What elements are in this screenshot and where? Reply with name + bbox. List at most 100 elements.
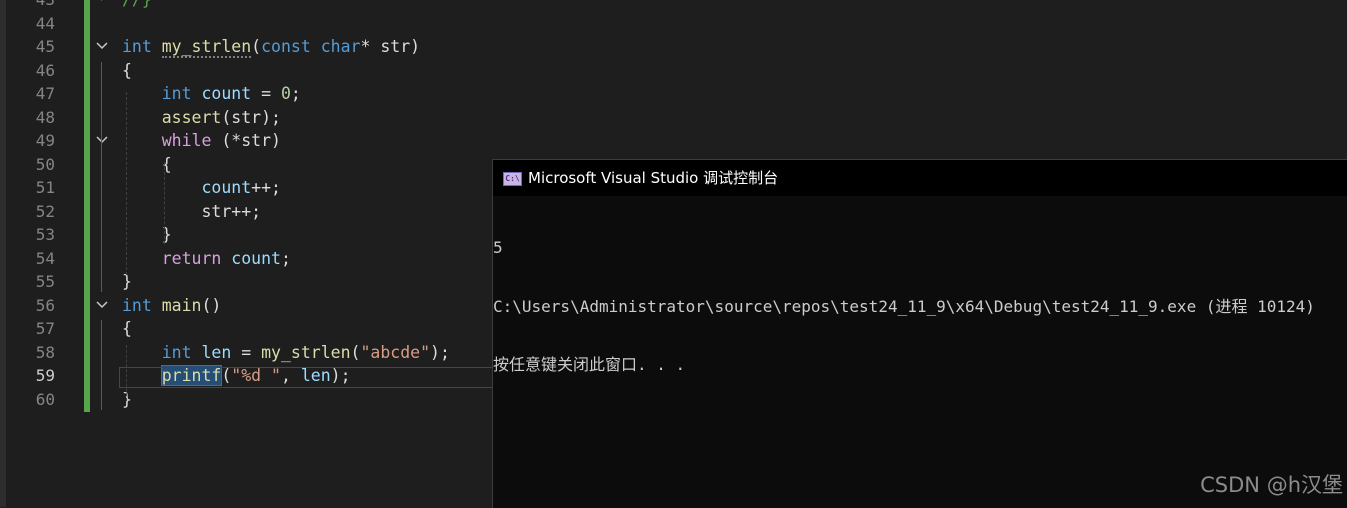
code-token: 0: [280, 84, 291, 103]
line-number: 51: [35, 178, 55, 197]
code-line[interactable]: 43 //}: [0, 0, 1347, 11]
fold-chevron-icon[interactable]: [96, 294, 108, 317]
indent-guide: [101, 0, 102, 1]
code-token: {: [122, 60, 132, 80]
code-token: (str);: [221, 107, 281, 127]
indent-guide: [126, 345, 127, 401]
code-token: str++;: [122, 201, 262, 221]
console-app-icon: C:\: [503, 172, 522, 186]
console-output[interactable]: 5 C:\Users\Administrator\source\repos\te…: [493, 199, 1347, 414]
debug-console-window[interactable]: C:\ Microsoft Visual Studio 调试控制台 5 C:\U…: [492, 159, 1347, 508]
line-number: 57: [35, 319, 55, 338]
code-text: str++;: [122, 200, 261, 223]
code-token: assert: [161, 107, 222, 127]
code-text: //}: [122, 0, 152, 11]
code-token: const: [261, 37, 311, 56]
line-number: 46: [35, 60, 55, 80]
line-number: 52: [35, 201, 55, 221]
code-text: int len = my_strlen("abcde");: [122, 341, 450, 364]
indent-guide: [101, 320, 102, 410]
line-number: 50: [35, 154, 55, 174]
code-line[interactable]: 49 while (*str): [0, 129, 1347, 152]
code-line[interactable]: 45 int my_strlen(const char* str): [0, 35, 1347, 58]
line-number: 48: [35, 107, 55, 127]
indent-guide: [101, 62, 102, 292]
code-token: my_strlen: [161, 37, 252, 58]
console-output-line: C:\Users\Administrator\source\repos\test…: [493, 296, 1315, 316]
code-token: int: [161, 84, 192, 103]
code-token: int: [161, 342, 192, 362]
code-text: {: [122, 59, 132, 82]
line-number: 54: [35, 248, 55, 268]
line-number: 43: [0, 0, 55, 11]
line-number: 60: [35, 389, 55, 409]
line-number: 45: [35, 37, 55, 56]
code-line[interactable]: 48 assert(str);: [0, 106, 1347, 129]
code-token: (): [201, 295, 222, 315]
code-token: (: [251, 37, 262, 56]
line-number: 59: [35, 366, 55, 385]
code-token: (*str): [211, 131, 281, 150]
console-output-line: 按任意键关闭此窗口. . .: [493, 355, 686, 374]
code-token: while: [161, 131, 212, 150]
fold-chevron-icon[interactable]: [96, 129, 108, 152]
console-title-bar[interactable]: C:\ Microsoft Visual Studio 调试控制台: [493, 160, 1347, 196]
code-text: count++;: [122, 176, 280, 199]
console-output-line: 5: [493, 238, 503, 257]
indent-guide: [126, 92, 127, 275]
code-text: int my_strlen(const char* str): [122, 35, 420, 58]
fold-chevron-icon[interactable]: [96, 35, 108, 58]
line-number: 58: [35, 342, 55, 362]
indent-guide: [164, 162, 165, 244]
code-token: * str): [360, 37, 421, 56]
code-token: =: [251, 84, 281, 103]
line-number: 56: [35, 295, 55, 315]
code-token: );: [430, 342, 450, 362]
code-token: ;: [280, 248, 291, 268]
code-token: return: [161, 248, 222, 268]
line-number: 44: [35, 13, 55, 33]
code-token: "abcde": [360, 342, 431, 362]
code-token: //}: [122, 0, 152, 9]
code-text: assert(str);: [122, 106, 281, 129]
code-token: len: [201, 342, 232, 362]
code-text: while (*str): [122, 129, 281, 152]
line-number: 53: [35, 225, 55, 244]
code-text: int count = 0;: [122, 82, 301, 105]
current-line-highlight: [119, 367, 499, 388]
code-token: char: [320, 37, 361, 56]
code-token: main: [161, 295, 202, 315]
code-text: int main(): [122, 294, 221, 317]
code-token: int: [122, 37, 152, 56]
line-number: 55: [35, 272, 55, 291]
code-token: {: [122, 319, 132, 338]
line-number: 47: [35, 84, 55, 103]
code-token: count: [201, 178, 252, 197]
watermark: CSDN @h汉堡: [1200, 473, 1343, 497]
code-line[interactable]: 46 {: [0, 59, 1347, 82]
code-token: int: [122, 295, 152, 315]
code-line[interactable]: 44: [0, 12, 1347, 35]
code-token: count: [201, 84, 252, 103]
code-text: {: [122, 317, 132, 340]
code-token: count: [231, 248, 281, 268]
code-text: return count;: [122, 247, 291, 270]
code-token: my_strlen: [261, 342, 351, 362]
code-token: =: [231, 342, 262, 362]
line-number: 49: [35, 131, 55, 150]
code-token: ;: [290, 84, 301, 103]
code-line[interactable]: 47 int count = 0;: [0, 82, 1347, 105]
console-title: Microsoft Visual Studio 调试控制台: [528, 169, 779, 187]
